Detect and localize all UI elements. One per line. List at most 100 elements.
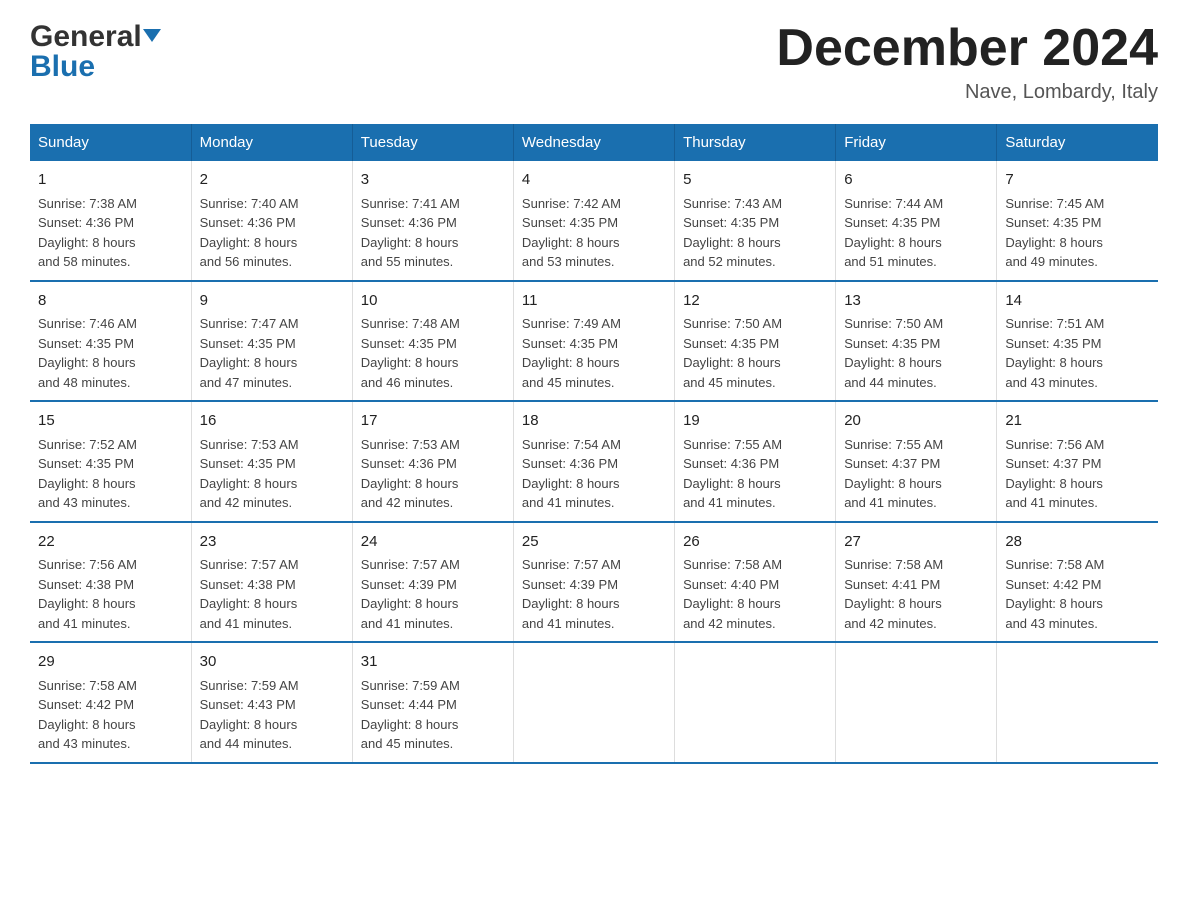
day-cell: 27Sunrise: 7:58 AMSunset: 4:41 PMDayligh…	[836, 522, 997, 643]
day-cell: 7Sunrise: 7:45 AMSunset: 4:35 PMDaylight…	[997, 161, 1158, 281]
day-cell: 19 Sunrise: 7:55 AMSunset: 4:36 PMDayligh…	[675, 401, 836, 522]
day-info: Sunrise: 7:52 AMSunset: 4:35 PMDaylight:…	[38, 437, 137, 511]
day-number: 11	[522, 290, 666, 313]
day-info: Sunrise: 7:57 AMSunset: 4:39 PMDaylight:…	[361, 557, 460, 631]
page-header: General Blue December 2024 Nave, Lombard…	[30, 20, 1158, 104]
day-cell: 28 Sunrise: 7:58 AMSunset: 4:42 PMDayligh…	[997, 522, 1158, 643]
week-row-2: 8Sunrise: 7:46 AMSunset: 4:35 PMDaylight…	[30, 281, 1158, 402]
day-info: Sunrise: 7:57 AMSunset: 4:38 PMDaylight:…	[200, 557, 299, 631]
logo: General Blue	[30, 20, 161, 84]
week-row-5: 29 Sunrise: 7:58 AMSunset: 4:42 PMDayligh…	[30, 642, 1158, 763]
header-wednesday: Wednesday	[513, 124, 674, 161]
day-cell: 16 Sunrise: 7:53 AMSunset: 4:35 PMDayligh…	[191, 401, 352, 522]
day-info: Sunrise: 7:44 AMSunset: 4:35 PMDaylight:…	[844, 196, 943, 270]
day-cell: 24Sunrise: 7:57 AMSunset: 4:39 PMDayligh…	[352, 522, 513, 643]
day-info: Sunrise: 7:51 AMSunset: 4:35 PMDaylight:…	[1005, 316, 1104, 390]
day-number: 3	[361, 169, 505, 192]
day-cell: 23 Sunrise: 7:57 AMSunset: 4:38 PMDayligh…	[191, 522, 352, 643]
logo-general-text: General	[30, 20, 142, 54]
day-cell: 12Sunrise: 7:50 AMSunset: 4:35 PMDayligh…	[675, 281, 836, 402]
day-info: Sunrise: 7:41 AMSunset: 4:36 PMDaylight:…	[361, 196, 460, 270]
day-cell: 22Sunrise: 7:56 AMSunset: 4:38 PMDayligh…	[30, 522, 191, 643]
day-cell: 13 Sunrise: 7:50 AMSunset: 4:35 PMDayligh…	[836, 281, 997, 402]
day-cell: 5 Sunrise: 7:43 AMSunset: 4:35 PMDaylight…	[675, 161, 836, 281]
week-row-4: 22Sunrise: 7:56 AMSunset: 4:38 PMDayligh…	[30, 522, 1158, 643]
header-monday: Monday	[191, 124, 352, 161]
day-cell: 8Sunrise: 7:46 AMSunset: 4:35 PMDaylight…	[30, 281, 191, 402]
calendar-table: SundayMondayTuesdayWednesdayThursdayFrid…	[30, 124, 1158, 764]
day-cell: 9 Sunrise: 7:47 AMSunset: 4:35 PMDaylight…	[191, 281, 352, 402]
day-number: 29	[38, 651, 183, 674]
day-cell: 11 Sunrise: 7:49 AMSunset: 4:35 PMDayligh…	[513, 281, 674, 402]
day-number: 19	[683, 410, 827, 433]
day-number: 1	[38, 169, 183, 192]
day-number: 2	[200, 169, 344, 192]
day-number: 5	[683, 169, 827, 192]
day-number: 15	[38, 410, 183, 433]
header-saturday: Saturday	[997, 124, 1158, 161]
day-info: Sunrise: 7:56 AMSunset: 4:37 PMDaylight:…	[1005, 437, 1104, 511]
week-row-3: 15 Sunrise: 7:52 AMSunset: 4:35 PMDayligh…	[30, 401, 1158, 522]
day-cell: 10 Sunrise: 7:48 AMSunset: 4:35 PMDayligh…	[352, 281, 513, 402]
day-number: 28	[1005, 531, 1150, 554]
day-number: 20	[844, 410, 988, 433]
logo-blue-text: Blue	[30, 50, 95, 84]
day-info: Sunrise: 7:55 AMSunset: 4:36 PMDaylight:…	[683, 437, 782, 511]
day-info: Sunrise: 7:43 AMSunset: 4:35 PMDaylight:…	[683, 196, 782, 270]
day-cell	[675, 642, 836, 763]
day-info: Sunrise: 7:58 AMSunset: 4:41 PMDaylight:…	[844, 557, 943, 631]
header-sunday: Sunday	[30, 124, 191, 161]
day-info: Sunrise: 7:48 AMSunset: 4:35 PMDaylight:…	[361, 316, 460, 390]
header-tuesday: Tuesday	[352, 124, 513, 161]
title-area: December 2024 Nave, Lombardy, Italy	[776, 20, 1158, 104]
day-info: Sunrise: 7:50 AMSunset: 4:35 PMDaylight:…	[844, 316, 943, 390]
day-cell	[997, 642, 1158, 763]
day-number: 14	[1005, 290, 1150, 313]
day-number: 18	[522, 410, 666, 433]
day-info: Sunrise: 7:53 AMSunset: 4:35 PMDaylight:…	[200, 437, 299, 511]
day-cell: 18 Sunrise: 7:54 AMSunset: 4:36 PMDayligh…	[513, 401, 674, 522]
day-cell: 31Sunrise: 7:59 AMSunset: 4:44 PMDayligh…	[352, 642, 513, 763]
day-cell: 21Sunrise: 7:56 AMSunset: 4:37 PMDayligh…	[997, 401, 1158, 522]
day-number: 23	[200, 531, 344, 554]
month-title: December 2024	[776, 20, 1158, 77]
day-number: 8	[38, 290, 183, 313]
day-info: Sunrise: 7:45 AMSunset: 4:35 PMDaylight:…	[1005, 196, 1104, 270]
day-number: 26	[683, 531, 827, 554]
day-info: Sunrise: 7:53 AMSunset: 4:36 PMDaylight:…	[361, 437, 460, 511]
day-info: Sunrise: 7:54 AMSunset: 4:36 PMDaylight:…	[522, 437, 621, 511]
day-cell: 4Sunrise: 7:42 AMSunset: 4:35 PMDaylight…	[513, 161, 674, 281]
day-number: 6	[844, 169, 988, 192]
day-number: 31	[361, 651, 505, 674]
day-cell	[836, 642, 997, 763]
day-cell: 3 Sunrise: 7:41 AMSunset: 4:36 PMDaylight…	[352, 161, 513, 281]
logo-arrow-icon	[143, 29, 161, 42]
day-cell: 20Sunrise: 7:55 AMSunset: 4:37 PMDayligh…	[836, 401, 997, 522]
day-cell: 26 Sunrise: 7:58 AMSunset: 4:40 PMDayligh…	[675, 522, 836, 643]
day-info: Sunrise: 7:58 AMSunset: 4:40 PMDaylight:…	[683, 557, 782, 631]
day-cell	[513, 642, 674, 763]
calendar-header-row: SundayMondayTuesdayWednesdayThursdayFrid…	[30, 124, 1158, 161]
day-number: 25	[522, 531, 666, 554]
day-info: Sunrise: 7:57 AMSunset: 4:39 PMDaylight:…	[522, 557, 621, 631]
day-cell: 2 Sunrise: 7:40 AMSunset: 4:36 PMDaylight…	[191, 161, 352, 281]
day-number: 12	[683, 290, 827, 313]
day-info: Sunrise: 7:47 AMSunset: 4:35 PMDaylight:…	[200, 316, 299, 390]
day-info: Sunrise: 7:59 AMSunset: 4:43 PMDaylight:…	[200, 678, 299, 752]
week-row-1: 1Sunrise: 7:38 AMSunset: 4:36 PMDaylight…	[30, 161, 1158, 281]
day-number: 10	[361, 290, 505, 313]
day-cell: 30 Sunrise: 7:59 AMSunset: 4:43 PMDayligh…	[191, 642, 352, 763]
day-info: Sunrise: 7:49 AMSunset: 4:35 PMDaylight:…	[522, 316, 621, 390]
day-number: 30	[200, 651, 344, 674]
day-number: 13	[844, 290, 988, 313]
day-cell: 1Sunrise: 7:38 AMSunset: 4:36 PMDaylight…	[30, 161, 191, 281]
day-info: Sunrise: 7:42 AMSunset: 4:35 PMDaylight:…	[522, 196, 621, 270]
day-info: Sunrise: 7:58 AMSunset: 4:42 PMDaylight:…	[1005, 557, 1104, 631]
day-cell: 15 Sunrise: 7:52 AMSunset: 4:35 PMDayligh…	[30, 401, 191, 522]
day-info: Sunrise: 7:58 AMSunset: 4:42 PMDaylight:…	[38, 678, 137, 752]
location: Nave, Lombardy, Italy	[776, 81, 1158, 104]
day-cell: 6 Sunrise: 7:44 AMSunset: 4:35 PMDaylight…	[836, 161, 997, 281]
day-info: Sunrise: 7:40 AMSunset: 4:36 PMDaylight:…	[200, 196, 299, 270]
day-number: 16	[200, 410, 344, 433]
day-number: 9	[200, 290, 344, 313]
